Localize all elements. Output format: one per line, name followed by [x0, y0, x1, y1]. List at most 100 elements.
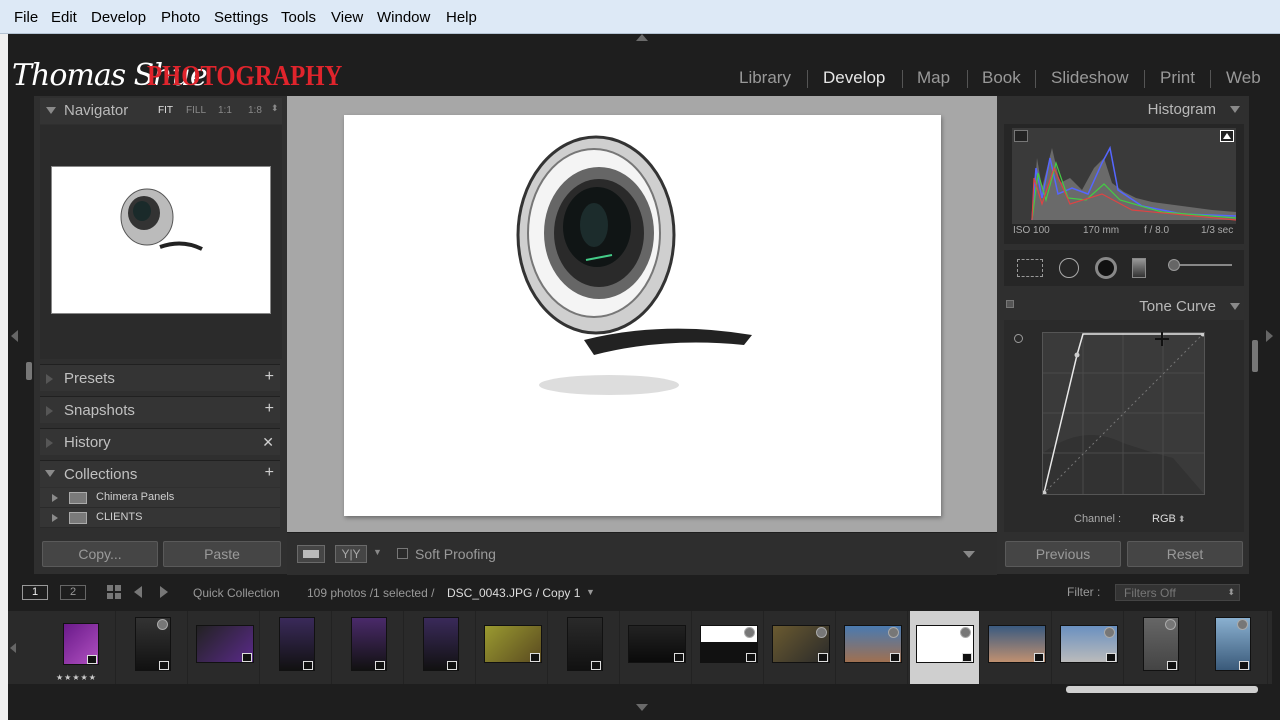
- expand-icon[interactable]: [52, 514, 58, 522]
- filmstrip-cell[interactable]: [982, 611, 1052, 684]
- expand-icon[interactable]: [52, 494, 58, 502]
- top-panel-toggle-icon[interactable]: [636, 34, 648, 41]
- copy-button[interactable]: Copy...: [42, 541, 158, 567]
- right-panel-scrollbar[interactable]: [1252, 340, 1258, 372]
- loupe-view-button[interactable]: [297, 545, 325, 563]
- filmstrip-cell[interactable]: [334, 611, 404, 684]
- filmstrip-cell[interactable]: [406, 611, 476, 684]
- module-divider: [967, 70, 968, 88]
- module-map[interactable]: Map: [917, 68, 950, 88]
- soft-proofing-checkbox[interactable]: [397, 548, 408, 559]
- shadow-clipping-toggle[interactable]: [1014, 130, 1028, 142]
- back-arrow-icon[interactable]: [134, 586, 142, 598]
- add-collection-icon[interactable]: +: [265, 464, 274, 482]
- filmstrip-cell[interactable]: [1198, 611, 1268, 684]
- left-panel-scrollbar[interactable]: [26, 362, 32, 380]
- module-library[interactable]: Library: [739, 68, 791, 88]
- history-title: History: [64, 434, 111, 451]
- reset-button[interactable]: Reset: [1127, 541, 1243, 567]
- filename-dropdown-icon[interactable]: ▼: [586, 587, 595, 597]
- menu-help[interactable]: Help: [446, 9, 477, 26]
- navigator-header[interactable]: Navigator FIT FILL 1:1 1:8 ⬍: [40, 98, 282, 124]
- filmstrip-cell[interactable]: [622, 611, 692, 684]
- collections-header[interactable]: Collections +: [40, 460, 280, 487]
- source-label[interactable]: Quick Collection: [193, 586, 280, 600]
- add-preset-icon[interactable]: +: [265, 368, 274, 386]
- filmstrip-cell[interactable]: [766, 611, 836, 684]
- filmstrip-cell[interactable]: [910, 611, 980, 684]
- panel-toggle-switch[interactable]: [1006, 300, 1014, 308]
- forward-arrow-icon[interactable]: [160, 586, 168, 598]
- crop-tool-icon[interactable]: [1017, 259, 1043, 277]
- zoom-1-1[interactable]: 1:1: [218, 105, 232, 116]
- star-rating[interactable]: ★★★★★: [56, 673, 97, 682]
- filmstrip-cell[interactable]: [838, 611, 908, 684]
- menu-tools[interactable]: Tools: [281, 9, 316, 26]
- spot-removal-icon[interactable]: [1059, 258, 1079, 278]
- filmstrip-scrollbar[interactable]: [1066, 686, 1258, 693]
- tone-curve-graph[interactable]: [1041, 331, 1206, 496]
- filmstrip-cell[interactable]: [694, 611, 764, 684]
- tone-curve-header[interactable]: Tone Curve: [1004, 294, 1244, 318]
- filmstrip-left-arrow-icon[interactable]: [10, 643, 16, 653]
- secondary-window-button[interactable]: 2: [60, 585, 86, 600]
- zoom-1-8[interactable]: 1:8: [248, 105, 262, 116]
- filmstrip-cell[interactable]: [550, 611, 620, 684]
- menu-settings[interactable]: Settings: [214, 9, 268, 26]
- zoom-stepper-icon[interactable]: ⬍: [271, 103, 279, 114]
- adjustment-brush-icon[interactable]: [1168, 259, 1232, 271]
- grid-view-icon[interactable]: [107, 585, 121, 599]
- histogram-graph[interactable]: [1012, 128, 1237, 224]
- graduated-filter-icon[interactable]: [1132, 258, 1146, 278]
- red-eye-icon[interactable]: [1095, 257, 1117, 279]
- previous-button[interactable]: Previous: [1005, 541, 1121, 567]
- right-panel-toggle-icon[interactable]: [1266, 330, 1273, 342]
- before-after-dropdown-icon[interactable]: ▼: [373, 547, 382, 557]
- menu-file[interactable]: File: [14, 9, 38, 26]
- filmstrip-cell[interactable]: [478, 611, 548, 684]
- targeted-adjustment-icon[interactable]: [1014, 334, 1023, 343]
- snapshots-header[interactable]: Snapshots +: [40, 396, 280, 423]
- filter-select[interactable]: Filters Off ⬍: [1115, 584, 1240, 601]
- collection-set-row[interactable]: Chimera Panels: [40, 488, 280, 508]
- history-header[interactable]: History ✕: [40, 428, 280, 455]
- main-photo[interactable]: [344, 115, 941, 516]
- collection-set-icon: [69, 512, 87, 524]
- menu-develop[interactable]: Develop: [91, 9, 146, 26]
- left-panel-toggle-icon[interactable]: [11, 330, 18, 342]
- before-after-button[interactable]: Y|Y: [335, 545, 367, 563]
- virtual-copy-indicator-icon: [1104, 627, 1115, 638]
- virtual-copy-indicator-icon: [960, 627, 971, 638]
- channel-stepper-icon[interactable]: ⬍: [1178, 514, 1186, 525]
- filmstrip-cell[interactable]: [1054, 611, 1124, 684]
- channel-select[interactable]: RGB: [1152, 513, 1176, 525]
- module-develop[interactable]: Develop: [823, 68, 885, 88]
- module-web[interactable]: Web: [1226, 68, 1261, 88]
- navigator-thumbnail[interactable]: [51, 166, 271, 314]
- paste-button[interactable]: Paste: [163, 541, 281, 567]
- module-book[interactable]: Book: [982, 68, 1021, 88]
- module-print[interactable]: Print: [1160, 68, 1195, 88]
- toolbar-menu-icon[interactable]: [963, 551, 975, 558]
- module-slideshow[interactable]: Slideshow: [1051, 68, 1129, 88]
- primary-window-button[interactable]: 1: [22, 585, 48, 600]
- presets-header[interactable]: Presets +: [40, 364, 280, 391]
- menu-view[interactable]: View: [331, 9, 363, 26]
- highlight-clipping-toggle[interactable]: [1220, 130, 1234, 142]
- filmstrip-cell[interactable]: [190, 611, 260, 684]
- menu-window[interactable]: Window: [377, 9, 430, 26]
- current-filename[interactable]: DSC_0043.JPG / Copy 1: [447, 586, 580, 600]
- zoom-fit[interactable]: FIT: [158, 105, 173, 116]
- bottom-panel-toggle-icon[interactable]: [636, 704, 648, 711]
- collection-set-row[interactable]: CLIENTS: [40, 508, 280, 528]
- filmstrip-cell[interactable]: [1126, 611, 1196, 684]
- menu-edit[interactable]: Edit: [51, 9, 77, 26]
- zoom-fill[interactable]: FILL: [186, 105, 206, 116]
- filmstrip-cell[interactable]: ★★★★★: [46, 611, 116, 684]
- menu-photo[interactable]: Photo: [161, 9, 200, 26]
- add-snapshot-icon[interactable]: +: [265, 400, 274, 418]
- histogram-header[interactable]: Histogram: [1004, 98, 1244, 122]
- clear-history-icon[interactable]: ✕: [262, 434, 274, 451]
- filmstrip-cell[interactable]: [118, 611, 188, 684]
- filmstrip-cell[interactable]: [262, 611, 332, 684]
